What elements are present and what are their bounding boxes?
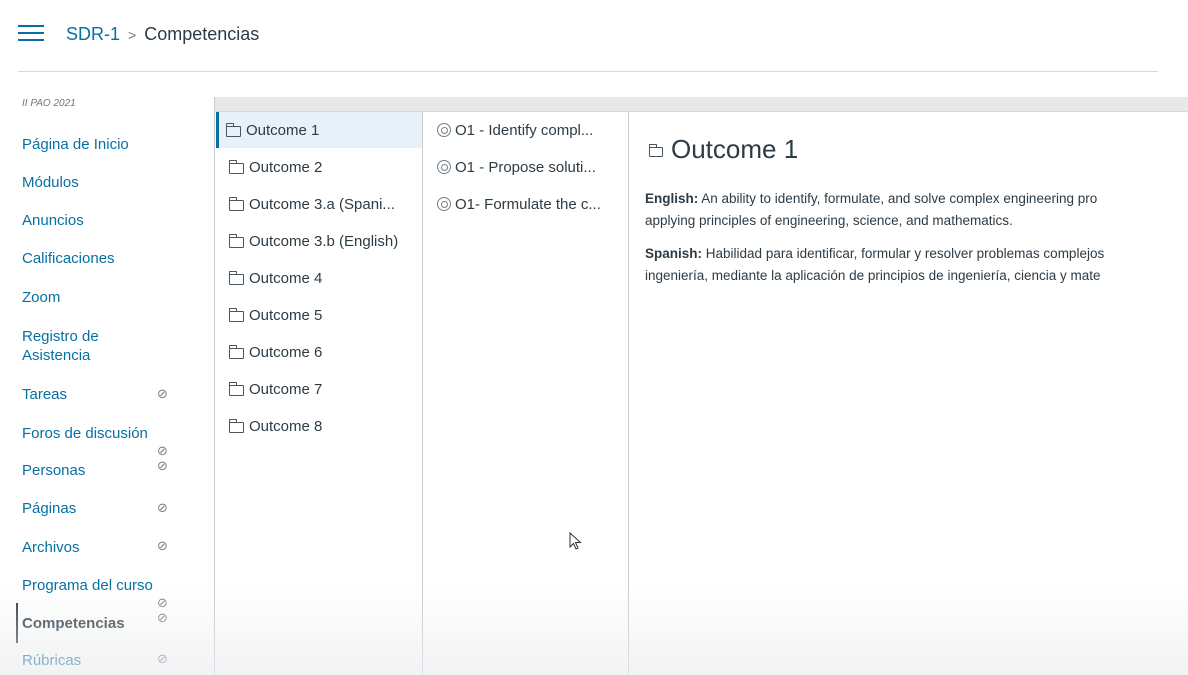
- folder-icon: [648, 143, 663, 157]
- mouse-pointer-icon: [569, 532, 582, 550]
- hidden-eye-icon: ⊘: [157, 500, 168, 515]
- nav-item-home[interactable]: Página de Inicio: [22, 135, 192, 154]
- outcome-group-item[interactable]: Outcome 7: [219, 371, 422, 407]
- outcome-target-icon: [437, 197, 451, 211]
- outcome-group-item[interactable]: Outcome 3.b (English): [219, 223, 422, 259]
- hidden-eye-icon: ⊘: [157, 610, 168, 625]
- hidden-eye-icon: ⊘: [157, 538, 168, 553]
- nav-item-attendance[interactable]: Registro de Asistencia: [22, 327, 132, 365]
- outcome-target-icon: [437, 123, 451, 137]
- term-label: II PAO 2021: [22, 98, 76, 109]
- outcome-group-item[interactable]: Outcome 2: [219, 149, 422, 185]
- outcome-group-item[interactable]: Outcome 1: [216, 112, 422, 148]
- browser-toolbar: [215, 97, 1188, 112]
- folder-icon: [228, 418, 244, 433]
- outcome-group-item[interactable]: Outcome 6: [219, 334, 422, 370]
- outcome-item[interactable]: O1- Formulate the c...: [427, 186, 628, 222]
- folder-icon: [228, 196, 244, 211]
- outcome-group-item[interactable]: Outcome 3.a (Spani...: [219, 186, 422, 222]
- outcome-title: Outcome 1: [648, 134, 798, 165]
- nav-item-grades[interactable]: Calificaciones: [22, 249, 192, 268]
- folder-icon: [228, 381, 244, 396]
- spanish-description: Spanish: Habilidad para identificar, for…: [645, 246, 1105, 261]
- outcome-groups-column: Outcome 1 Outcome 2 Outcome 3.a (Spani..…: [215, 112, 423, 675]
- english-description-cont: applying principles of engineering, scie…: [645, 213, 1013, 228]
- outcome-target-icon: [437, 160, 451, 174]
- folder-icon: [225, 122, 241, 137]
- outcome-group-item[interactable]: Outcome 5: [219, 297, 422, 333]
- folder-icon: [228, 307, 244, 322]
- outcome-detail-pane: Outcome 1 English: An ability to identif…: [629, 112, 1188, 675]
- folder-icon: [228, 270, 244, 285]
- outcome-item[interactable]: O1 - Propose soluti...: [427, 149, 628, 185]
- folder-icon: [228, 159, 244, 174]
- app-header: SDR-1 > Competencias: [0, 0, 1188, 72]
- nav-item-zoom[interactable]: Zoom: [22, 288, 192, 307]
- outcomes-column: O1 - Identify compl... O1 - Propose solu…: [423, 112, 629, 675]
- outcome-group-item[interactable]: Outcome 4: [219, 260, 422, 296]
- header-divider: [18, 71, 1158, 72]
- nav-item-modules[interactable]: Módulos: [22, 173, 192, 192]
- hamburger-menu-icon[interactable]: [18, 25, 46, 45]
- breadcrumb: SDR-1 > Competencias: [66, 24, 259, 45]
- hidden-eye-icon: ⊘: [157, 458, 168, 473]
- breadcrumb-current: Competencias: [144, 24, 260, 44]
- nav-item-discussions[interactable]: Foros de discusión: [22, 424, 192, 443]
- folder-icon: [228, 233, 244, 248]
- outcomes-browser: Outcome 1 Outcome 2 Outcome 3.a (Spani..…: [214, 97, 1188, 675]
- active-nav-indicator: [16, 603, 18, 643]
- nav-item-syllabus[interactable]: Programa del curso: [22, 576, 192, 595]
- breadcrumb-course-link[interactable]: SDR-1: [66, 24, 120, 45]
- hidden-eye-icon: ⊘: [157, 386, 168, 401]
- hidden-eye-icon: ⊘: [157, 443, 168, 458]
- outcome-item[interactable]: O1 - Identify compl...: [427, 112, 628, 148]
- outcome-group-item[interactable]: Outcome 8: [219, 408, 422, 444]
- hidden-eye-icon: ⊘: [157, 595, 168, 610]
- breadcrumb-separator: >: [128, 26, 137, 43]
- course-navigation: II PAO 2021 Página de Inicio Módulos Anu…: [0, 94, 200, 675]
- english-description: English: An ability to identify, formula…: [645, 191, 1098, 206]
- nav-item-announcements[interactable]: Anuncios: [22, 211, 192, 230]
- folder-icon: [228, 344, 244, 359]
- spanish-description-cont: ingeniería, mediante la aplicación de pr…: [645, 268, 1101, 283]
- hidden-eye-icon: ⊘: [157, 651, 168, 666]
